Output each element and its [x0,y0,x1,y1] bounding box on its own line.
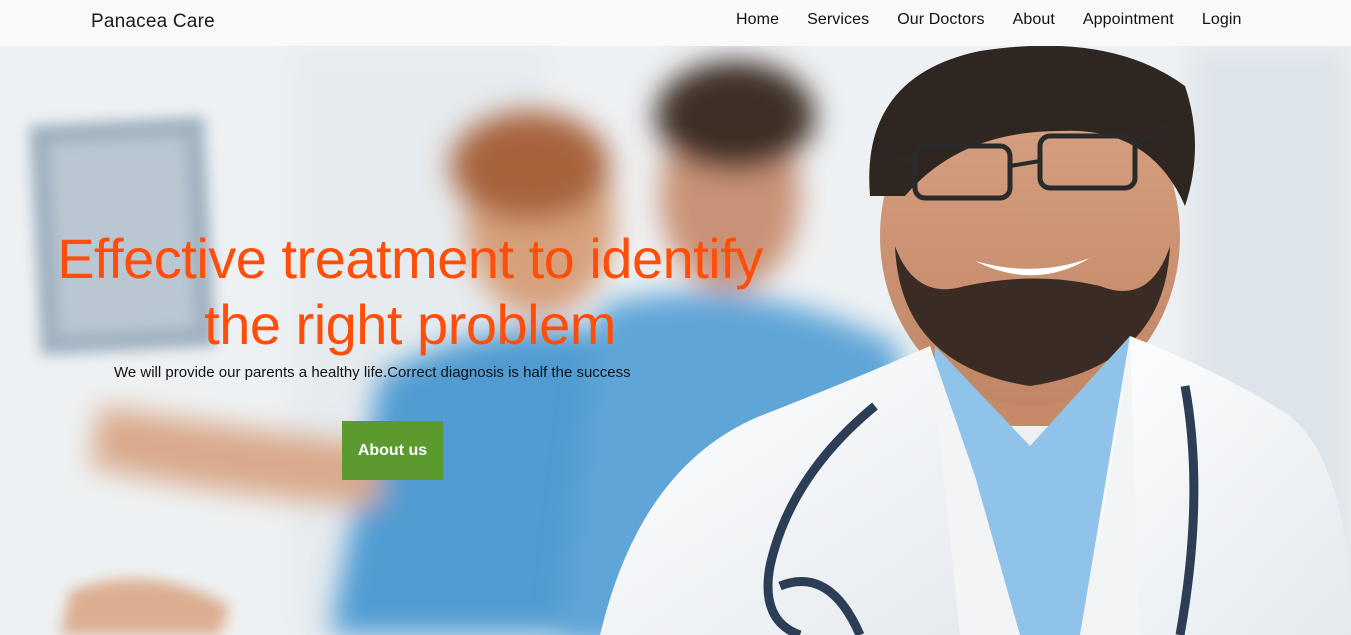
hero-title: Effective treatment to identify the righ… [57,227,763,356]
about-us-button[interactable]: About us [342,421,443,480]
hero-subtitle: We will provide our parents a healthy li… [114,364,631,381]
brand-logo[interactable]: Panacea Care [91,11,215,33]
hero-section: Effective treatment to identify the righ… [0,46,1351,635]
nav-appointment[interactable]: Appointment [1083,11,1174,29]
nav-about[interactable]: About [1013,11,1055,29]
nav-home[interactable]: Home [736,11,779,29]
nav-links: Home Services Our Doctors About Appointm… [736,11,1242,29]
nav-login[interactable]: Login [1202,11,1242,29]
nav-our-doctors[interactable]: Our Doctors [897,11,984,29]
navbar: Panacea Care Home Services Our Doctors A… [0,0,1351,46]
nav-services[interactable]: Services [807,11,869,29]
